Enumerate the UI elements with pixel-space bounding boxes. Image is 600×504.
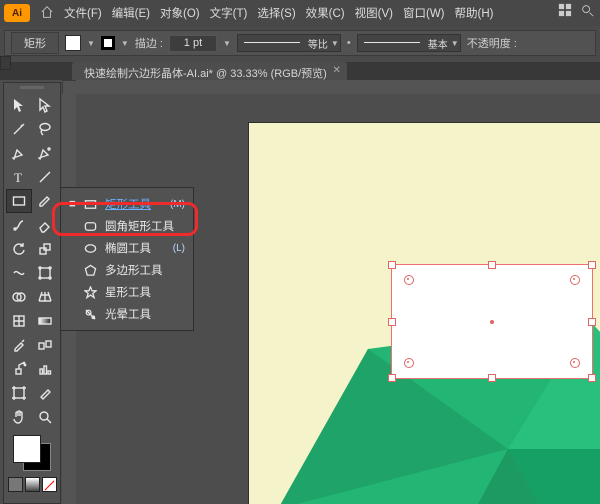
rectangle-tool[interactable] <box>6 189 32 213</box>
magic-wand-tool[interactable] <box>7 118 31 140</box>
stroke-weight-field[interactable]: 1 pt <box>169 35 217 52</box>
draw-modes[interactable] <box>8 477 57 492</box>
flyout-rectangle[interactable]: ■ 矩形工具 (M) <box>61 193 193 215</box>
menu-select[interactable]: 选择(S) <box>257 5 295 21</box>
shaper-tool[interactable] <box>7 214 31 236</box>
tools-panel: T <box>3 82 61 504</box>
perspective-grid-tool[interactable] <box>33 286 57 308</box>
shape-builder-tool[interactable] <box>7 286 31 308</box>
rounded-rect-icon <box>83 219 97 233</box>
artboard-tool[interactable] <box>7 382 31 404</box>
rotate-tool[interactable] <box>7 238 31 260</box>
svg-text:T: T <box>14 170 22 185</box>
document-tab-title: 快速绘制六边形晶体-AI.ai* @ 33.33% (RGB/预览) <box>84 68 327 80</box>
symbol-sprayer-tool[interactable] <box>7 358 31 380</box>
shape-name[interactable]: 矩形 <box>11 32 59 54</box>
ellipse-icon <box>83 241 97 255</box>
close-icon[interactable]: ✕ <box>332 65 340 76</box>
width-tool[interactable] <box>7 262 31 284</box>
stroke-profile-combo[interactable]: 等比▼ <box>237 34 341 52</box>
star-icon <box>83 285 97 299</box>
selected-rectangle[interactable] <box>391 264 593 379</box>
flare-icon <box>83 307 97 321</box>
column-graph-tool[interactable] <box>33 358 57 380</box>
curvature-tool[interactable] <box>33 142 57 164</box>
menu-file[interactable]: 文件(F) <box>64 5 102 21</box>
mesh-tool[interactable] <box>7 310 31 332</box>
selection-tool[interactable] <box>7 94 31 116</box>
app-logo: Ai <box>4 4 30 22</box>
home-icon[interactable] <box>40 5 54 22</box>
fill-color[interactable] <box>13 435 41 463</box>
type-tool[interactable]: T <box>7 166 31 188</box>
fill-dropdown[interactable]: ▼ <box>87 39 95 48</box>
flyout-rounded-rectangle[interactable]: 圆角矩形工具 <box>61 215 193 237</box>
line-tool[interactable] <box>33 166 57 188</box>
hand-tool[interactable] <box>7 406 31 428</box>
eyedropper-tool[interactable] <box>7 334 31 356</box>
stroke-stepper[interactable]: ▼ <box>223 39 231 48</box>
stroke-label: 描边 : <box>135 35 163 51</box>
menu-edit[interactable]: 编辑(E) <box>112 5 150 21</box>
flyout-ellipse[interactable]: 椭圆工具 (L) <box>61 237 193 259</box>
style-combo[interactable]: 基本▼ <box>357 34 461 52</box>
free-transform-tool[interactable] <box>33 262 57 284</box>
flyout-flare[interactable]: 光晕工具 <box>61 303 193 325</box>
flyout-star[interactable]: 星形工具 <box>61 281 193 303</box>
menu-window[interactable]: 窗口(W) <box>403 5 445 21</box>
rect-icon <box>83 197 97 211</box>
blend-tool[interactable] <box>33 334 57 356</box>
lasso-tool[interactable] <box>33 118 57 140</box>
menu-object[interactable]: 对象(O) <box>160 5 200 21</box>
paintbrush-tool[interactable] <box>33 190 57 212</box>
polygon-icon <box>83 263 97 277</box>
stroke-swatch[interactable] <box>101 36 115 50</box>
scale-tool[interactable] <box>33 238 57 260</box>
pen-tool[interactable] <box>7 142 31 164</box>
menu-type[interactable]: 文字(T) <box>210 5 248 21</box>
menu-view[interactable]: 视图(V) <box>355 5 393 21</box>
layout-icon[interactable] <box>558 3 572 20</box>
menu-effect[interactable]: 效果(C) <box>306 5 345 21</box>
search-icon[interactable] <box>580 3 594 20</box>
stroke-dropdown[interactable]: ▼ <box>121 39 129 48</box>
zoom-tool[interactable] <box>33 406 57 428</box>
menu-help[interactable]: 帮助(H) <box>455 5 494 21</box>
fill-stroke-box[interactable] <box>11 433 53 473</box>
ruler-horizontal[interactable] <box>76 80 600 95</box>
dock-grip[interactable] <box>0 56 11 70</box>
panel-grip[interactable] <box>4 83 60 91</box>
fill-swatch[interactable] <box>65 35 81 51</box>
eraser-tool[interactable] <box>33 214 57 236</box>
flyout-polygon[interactable]: 多边形工具 <box>61 259 193 281</box>
opacity-label: 不透明度 : <box>467 35 517 51</box>
gradient-tool[interactable] <box>33 310 57 332</box>
shape-tool-flyout: ■ 矩形工具 (M) 圆角矩形工具 椭圆工具 (L) 多边形工具 星形工具 <box>60 187 194 331</box>
direct-selection-tool[interactable] <box>33 94 57 116</box>
slice-tool[interactable] <box>33 382 57 404</box>
